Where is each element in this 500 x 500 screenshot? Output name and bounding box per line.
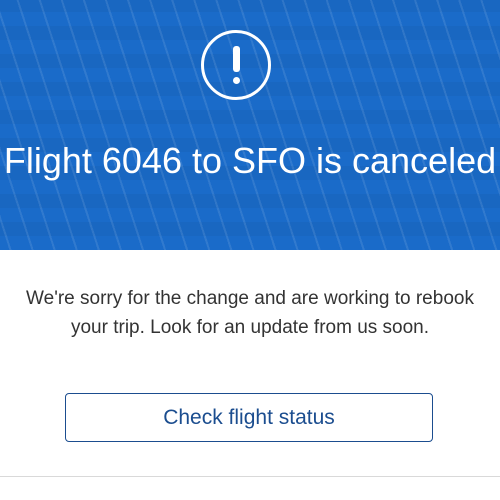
exclamation-circle-icon — [201, 30, 271, 100]
check-flight-status-button[interactable]: Check flight status — [65, 393, 433, 442]
divider — [0, 476, 500, 477]
cancellation-notice: Flight 6046 to SFO is canceled We're sor… — [0, 0, 500, 500]
apology-message: We're sorry for the change and are worki… — [26, 288, 474, 338]
cancellation-banner: Flight 6046 to SFO is canceled — [0, 0, 500, 250]
cancellation-headline: Flight 6046 to SFO is canceled — [3, 140, 497, 181]
exclamation-bar — [233, 46, 240, 72]
exclamation-dot — [233, 77, 240, 84]
